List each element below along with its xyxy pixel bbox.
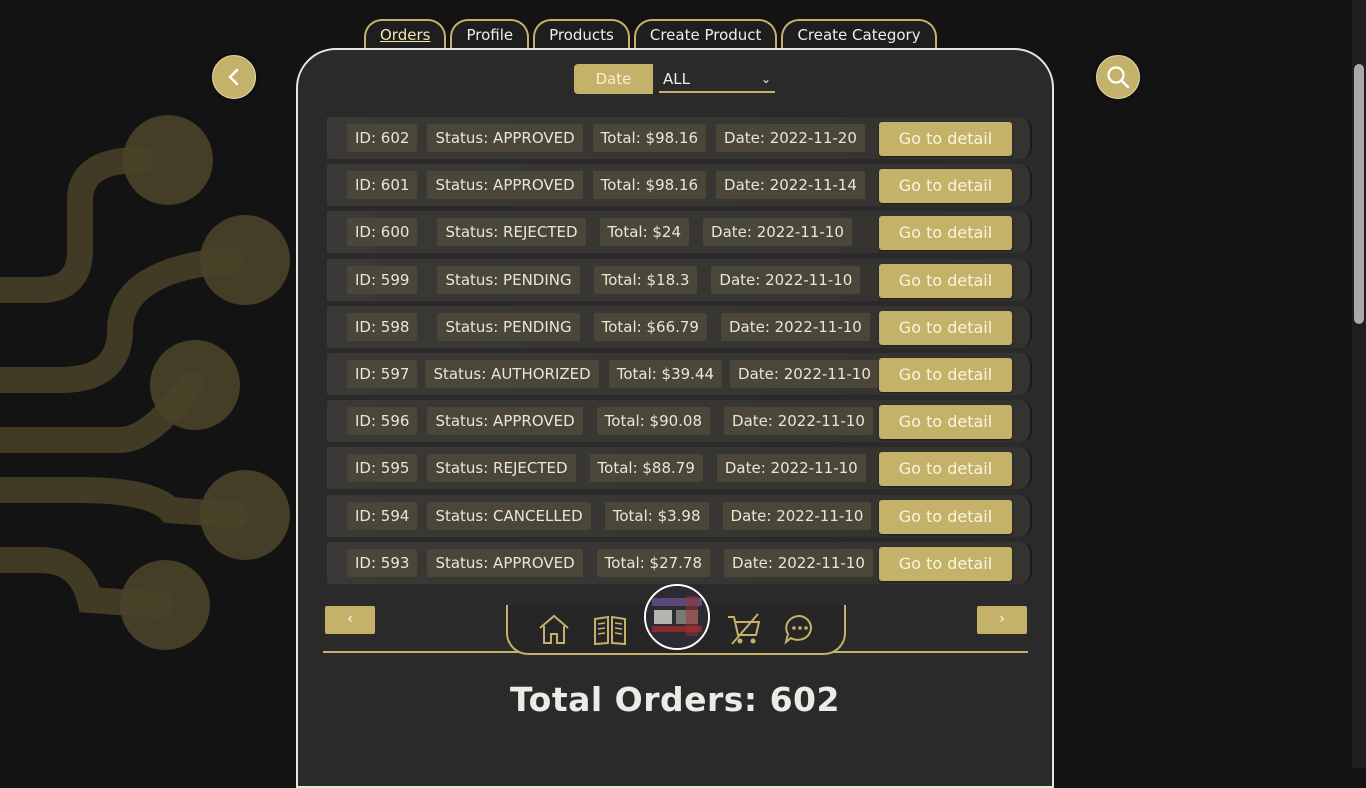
order-total: Total: $66.79 xyxy=(593,312,707,341)
order-status: Status: REJECTED xyxy=(427,454,576,483)
go-to-detail-button[interactable]: Go to detail xyxy=(879,452,1012,487)
order-total: Total: $3.98 xyxy=(604,501,709,530)
orders-filter: Date ALL ⌄ xyxy=(574,64,775,94)
order-date: Date: 2022-11-20 xyxy=(716,124,865,152)
order-date: Date: 2022-11-10 xyxy=(711,265,861,294)
go-to-detail-button[interactable]: Go to detail xyxy=(879,405,1012,440)
tab-create-product[interactable]: Create Product xyxy=(633,19,778,49)
chat-icon[interactable] xyxy=(782,611,818,647)
order-id: ID: 596 xyxy=(347,407,418,436)
next-page-button[interactable]: › xyxy=(977,606,1027,634)
book-icon[interactable] xyxy=(592,611,628,647)
order-date: Date: 2022-11-10 xyxy=(730,359,879,388)
avatar[interactable] xyxy=(644,584,710,650)
go-to-detail-button[interactable]: Go to detail xyxy=(879,216,1012,251)
order-id: ID: 599 xyxy=(347,265,418,294)
avatar-image xyxy=(646,586,708,648)
order-status: Status: APPROVED xyxy=(427,171,583,200)
order-total: Total: $24 xyxy=(599,218,690,247)
total-orders-count: Total Orders: 602 xyxy=(510,680,840,719)
prev-page-button[interactable]: ‹ xyxy=(325,606,375,634)
order-id: ID: 595 xyxy=(347,454,418,483)
order-id: ID: 600 xyxy=(347,218,418,247)
order-status: Status: PENDING xyxy=(437,265,580,294)
go-to-detail-button[interactable]: Go to detail xyxy=(879,169,1012,204)
order-id: ID: 597 xyxy=(347,359,418,388)
order-row: ID: 597 Status: AUTHORIZED Total: $39.44 Da… xyxy=(327,352,1032,395)
order-id: ID: 593 xyxy=(347,548,418,577)
order-date: Date: 2022-11-10 xyxy=(724,548,873,577)
order-row: ID: 593 Status: APPROVED Total: $27.78 Date… xyxy=(327,541,1032,584)
order-date: Date: 2022-11-14 xyxy=(716,171,865,200)
tab-orders[interactable]: Orders xyxy=(364,19,447,49)
tab-profile[interactable]: Profile xyxy=(450,19,530,49)
chevron-left-icon xyxy=(228,68,239,86)
go-to-detail-button[interactable]: Go to detail xyxy=(879,499,1012,534)
home-icon[interactable] xyxy=(536,611,572,647)
order-row: ID: 596 Status: APPROVED Total: $90.08 Date… xyxy=(327,400,1032,443)
go-to-detail-button[interactable]: Go to detail xyxy=(879,263,1012,298)
order-total: Total: $98.16 xyxy=(592,171,707,200)
date-sort-button[interactable]: Date xyxy=(574,64,653,94)
order-total: Total: $90.08 xyxy=(596,407,711,436)
order-row: ID: 601 Status: APPROVED Total: $98.16 Date… xyxy=(327,164,1032,207)
chevron-down-icon: ⌄ xyxy=(760,72,771,86)
order-status: Status: APPROVED xyxy=(427,124,583,152)
order-status: Status: REJECTED xyxy=(437,218,586,247)
order-total: Total: $27.78 xyxy=(596,548,711,577)
order-date: Date: 2022-11-10 xyxy=(703,218,852,247)
page-scrollbar[interactable] xyxy=(1352,0,1366,768)
order-status: Status: AUTHORIZED xyxy=(425,359,599,388)
status-filter-value: ALL xyxy=(663,70,690,88)
orders-list: ID: 602 Status: APPROVED Total: $98.16 Date… xyxy=(327,117,1032,589)
order-row: ID: 595 Status: REJECTED Total: $88.79 Date… xyxy=(327,447,1032,490)
order-id: ID: 601 xyxy=(347,171,418,200)
search-icon xyxy=(1107,66,1130,89)
order-id: ID: 598 xyxy=(347,312,418,341)
go-to-detail-button[interactable]: Go to detail xyxy=(879,546,1012,581)
order-row: ID: 599 Status: PENDING Total: $18.3 Date: … xyxy=(327,258,1032,301)
go-to-detail-button[interactable]: Go to detail xyxy=(879,310,1012,345)
order-row: ID: 602 Status: APPROVED Total: $98.16 Date… xyxy=(327,117,1032,159)
order-status: Status: APPROVED xyxy=(427,548,583,577)
order-row: ID: 600 Status: REJECTED Total: $24 Date: 2… xyxy=(327,211,1032,254)
order-total: Total: $39.44 xyxy=(608,359,723,388)
search-button[interactable] xyxy=(1096,55,1140,99)
order-date: Date: 2022-11-10 xyxy=(720,312,870,341)
order-row: ID: 594 Status: CANCELLED Total: $3.98 Date… xyxy=(327,494,1032,537)
tab-create-category[interactable]: Create Category xyxy=(781,19,937,49)
status-filter-select[interactable]: ALL ⌄ xyxy=(659,65,775,93)
go-to-detail-button[interactable]: Go to detail xyxy=(879,122,1012,156)
main-tabs: Orders Profile Products Create Product C… xyxy=(364,19,937,49)
order-status: Status: CANCELLED xyxy=(427,501,591,530)
order-status: Status: APPROVED xyxy=(427,407,583,436)
go-to-detail-button[interactable]: Go to detail xyxy=(879,357,1012,392)
order-date: Date: 2022-11-10 xyxy=(716,454,866,483)
tab-products[interactable]: Products xyxy=(533,19,630,49)
order-total: Total: $18.3 xyxy=(593,265,698,294)
back-button[interactable] xyxy=(212,55,256,99)
order-id: ID: 594 xyxy=(347,501,418,530)
order-date: Date: 2022-11-10 xyxy=(722,501,872,530)
order-total: Total: $98.16 xyxy=(592,124,707,152)
order-row: ID: 598 Status: PENDING Total: $66.79 Date:… xyxy=(327,305,1032,348)
scrollbar-thumb[interactable] xyxy=(1354,64,1364,324)
order-date: Date: 2022-11-10 xyxy=(724,407,873,436)
cart-icon[interactable] xyxy=(726,611,762,647)
order-total: Total: $88.79 xyxy=(589,454,703,483)
order-status: Status: PENDING xyxy=(437,312,580,341)
order-id: ID: 602 xyxy=(347,124,418,152)
